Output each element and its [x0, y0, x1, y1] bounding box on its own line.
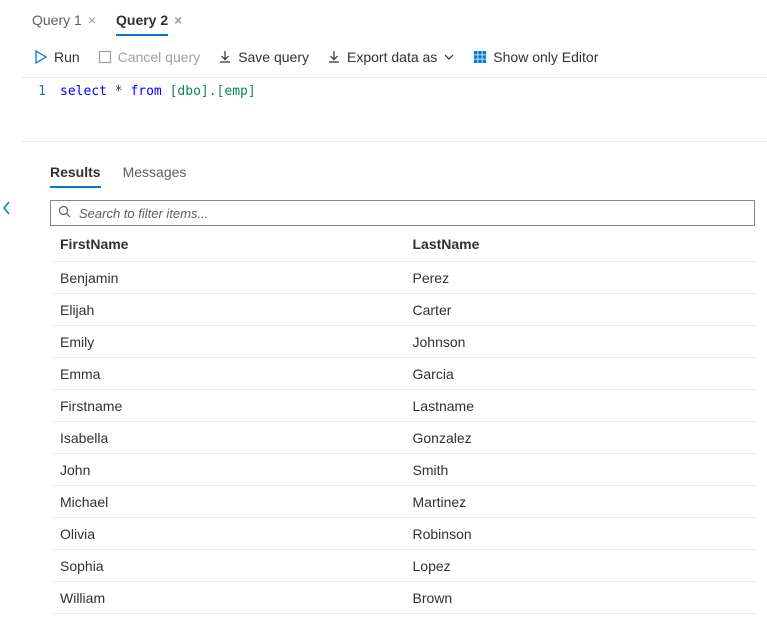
results-tabs: Results Messages — [0, 142, 767, 188]
search-input[interactable] — [50, 200, 755, 226]
show-editor-label: Show only Editor — [493, 49, 598, 65]
line-number: 1 — [22, 84, 60, 99]
download-icon — [218, 50, 232, 64]
cell-lastname: Garcia — [403, 359, 756, 389]
table-header-row: FirstName LastName — [50, 226, 755, 262]
table-row[interactable]: BenjaminPerez — [50, 262, 755, 294]
cell-firstname: William — [50, 583, 403, 613]
table-row[interactable]: JohnSmith — [50, 454, 755, 486]
table-row[interactable]: EmilyJohnson — [50, 326, 755, 358]
cell-firstname: Sophia — [50, 551, 403, 581]
cell-firstname: Elijah — [50, 295, 403, 325]
chevron-down-icon — [443, 51, 455, 63]
save-label: Save query — [238, 49, 309, 65]
query-toolbar: Run Cancel query Save query Export data … — [0, 37, 767, 77]
close-icon[interactable]: × — [88, 13, 96, 27]
table-row[interactable]: MichaelMartinez — [50, 486, 755, 518]
cell-firstname: Firstname — [50, 391, 403, 421]
cell-lastname: Brown — [403, 583, 756, 613]
collapse-icon[interactable] — [2, 200, 12, 221]
search-icon — [58, 205, 71, 221]
table-row[interactable]: EmmaGarcia — [50, 358, 755, 390]
tab-query-2[interactable]: Query 2 × — [106, 6, 192, 36]
play-icon — [34, 50, 48, 64]
cell-firstname: Benjamin — [50, 263, 403, 293]
run-button[interactable]: Run — [34, 49, 80, 65]
table-row[interactable]: FirstnameLastname — [50, 390, 755, 422]
tab-query-1[interactable]: Query 1 × — [22, 6, 106, 36]
close-icon[interactable]: × — [174, 13, 182, 27]
run-label: Run — [54, 49, 80, 65]
query-tabs: Query 1 × Query 2 × — [0, 0, 767, 37]
column-header-lastname[interactable]: LastName — [403, 229, 756, 259]
tab-label: Query 2 — [116, 12, 168, 28]
show-editor-button[interactable]: Show only Editor — [473, 49, 598, 65]
editor-line: 1 select * from [dbo].[emp] — [22, 84, 767, 99]
download-icon — [327, 50, 341, 64]
table-row[interactable]: SophiaLopez — [50, 550, 755, 582]
table-row[interactable]: OliviaRobinson — [50, 518, 755, 550]
cell-lastname: Smith — [403, 455, 756, 485]
tab-messages[interactable]: Messages — [123, 164, 187, 188]
table-row[interactable]: WilliamBrown — [50, 582, 755, 614]
cell-lastname: Johnson — [403, 327, 756, 357]
cancel-label: Cancel query — [118, 49, 201, 65]
cell-lastname: Martinez — [403, 487, 756, 517]
sql-editor[interactable]: 1 select * from [dbo].[emp] — [22, 77, 767, 142]
cell-lastname: Gonzalez — [403, 423, 756, 453]
code-content[interactable]: select * from [dbo].[emp] — [60, 84, 256, 99]
table-row[interactable]: IsabellaGonzalez — [50, 422, 755, 454]
cell-lastname: Lopez — [403, 551, 756, 581]
cell-lastname: Lastname — [403, 391, 756, 421]
cell-firstname: Isabella — [50, 423, 403, 453]
search-wrap — [50, 200, 755, 226]
cell-firstname: Michael — [50, 487, 403, 517]
export-label: Export data as — [347, 49, 437, 65]
export-button[interactable]: Export data as — [327, 49, 455, 65]
cell-firstname: John — [50, 455, 403, 485]
cancel-button: Cancel query — [98, 49, 201, 65]
tab-results[interactable]: Results — [50, 164, 101, 188]
cell-firstname: Olivia — [50, 519, 403, 549]
grid-icon — [473, 50, 487, 64]
results-table: FirstName LastName BenjaminPerezElijahCa… — [50, 226, 755, 614]
cell-lastname: Carter — [403, 295, 756, 325]
stop-icon — [98, 50, 112, 64]
tab-label: Query 1 — [32, 12, 82, 28]
save-button[interactable]: Save query — [218, 49, 309, 65]
cell-lastname: Perez — [403, 263, 756, 293]
column-header-firstname[interactable]: FirstName — [50, 229, 403, 259]
table-row[interactable]: ElijahCarter — [50, 294, 755, 326]
cell-firstname: Emily — [50, 327, 403, 357]
cell-lastname: Robinson — [403, 519, 756, 549]
cell-firstname: Emma — [50, 359, 403, 389]
